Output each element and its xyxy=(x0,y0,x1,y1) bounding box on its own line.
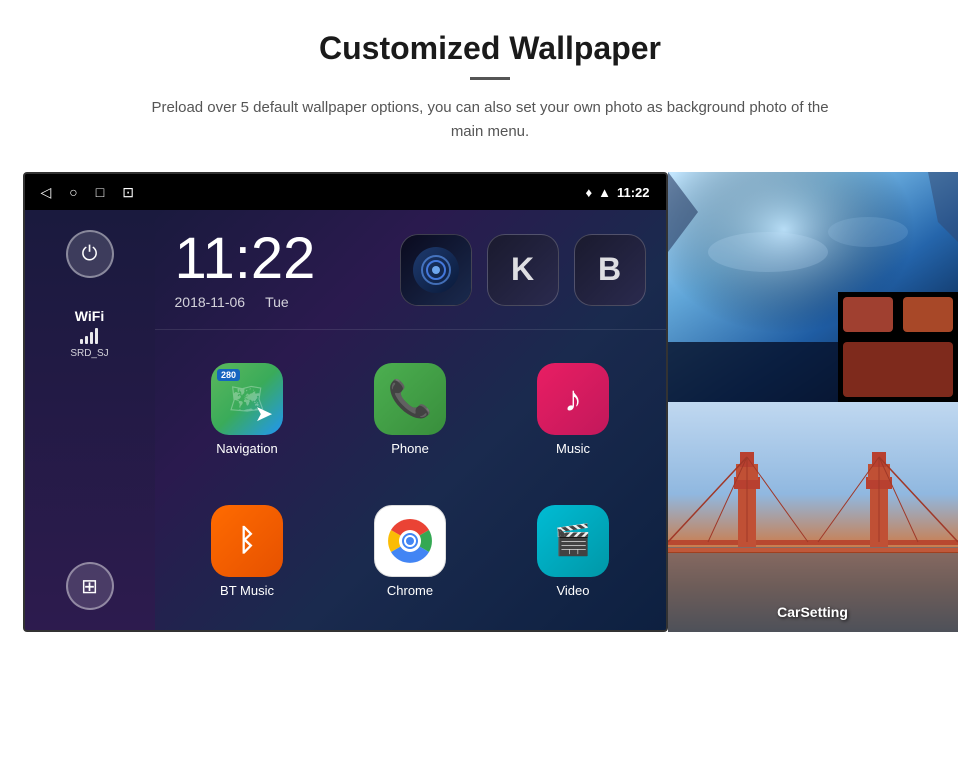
video-icon: 🎬 xyxy=(537,505,609,577)
wifi-label: WiFi xyxy=(75,308,104,324)
b-app-letter: B xyxy=(598,251,621,288)
signal-bar-1 xyxy=(80,339,83,344)
nav-badge: 280 xyxy=(217,369,240,381)
nav-map-bg: 🗺 xyxy=(229,382,265,415)
btmusic-label: BT Music xyxy=(220,583,274,598)
radio-app-icon[interactable] xyxy=(400,234,472,306)
status-time: 11:22 xyxy=(617,185,650,200)
apps-grid-button[interactable]: ⊞ xyxy=(66,562,114,610)
wallpaper-partial-inner xyxy=(838,292,958,402)
top-apps: K B xyxy=(400,234,646,306)
music-label: Music xyxy=(556,441,590,456)
app-item-btmusic[interactable]: ᛒ BT Music xyxy=(170,484,325,618)
power-button[interactable]: ⏻ xyxy=(66,230,114,278)
partial-svg xyxy=(838,292,958,402)
date-left: 2018-11-06 xyxy=(175,294,246,310)
wallpaper-partial-top xyxy=(838,292,958,402)
page-title: Customized Wallpaper xyxy=(319,30,661,67)
phone-icon: 📞 xyxy=(374,363,446,435)
sidebar: ⏻ WiFi SRD_SJ ⊞ xyxy=(25,210,155,630)
k-app-letter: K xyxy=(511,251,534,288)
phone-symbol: 📞 xyxy=(388,378,433,420)
time-display: 11:22 xyxy=(175,230,316,288)
video-symbol: 🎬 xyxy=(554,523,591,558)
signal-bar-4 xyxy=(95,328,98,344)
time-section: 11:22 2018-11-06 Tue xyxy=(155,210,666,330)
bt-symbol: ᛒ xyxy=(238,524,256,558)
date-right: Tue xyxy=(265,294,289,310)
screenshot-icon[interactable]: ⊡ xyxy=(122,184,134,201)
k-app-icon[interactable]: K xyxy=(487,234,559,306)
wifi-ssid: SRD_SJ xyxy=(70,348,108,359)
screen-main: 11:22 2018-11-06 Tue xyxy=(155,210,666,630)
wallpaper-bridge[interactable]: CarSetting xyxy=(668,402,958,632)
status-bar: ◁ ○ □ ⊡ ♦ ▲ 11:22 xyxy=(25,174,666,210)
title-divider xyxy=(470,77,510,80)
home-icon[interactable]: ○ xyxy=(69,184,77,200)
wifi-widget: WiFi SRD_SJ xyxy=(70,308,108,359)
location-icon: ♦ xyxy=(585,185,592,200)
wallpaper-ice[interactable] xyxy=(668,172,958,402)
carsetting-label: CarSetting xyxy=(777,604,848,620)
wifi-signal xyxy=(80,328,98,344)
bridge-scene-bg xyxy=(668,402,958,632)
app-item-video[interactable]: 🎬 Video xyxy=(496,484,651,618)
b-app-icon[interactable]: B xyxy=(574,234,646,306)
signal-icon: ▲ xyxy=(598,185,611,200)
power-icon: ⏻ xyxy=(82,243,98,266)
music-icon: ♪ xyxy=(537,363,609,435)
bridge-svg xyxy=(668,402,958,632)
chrome-label: Chrome xyxy=(387,583,433,598)
status-left: ◁ ○ □ ⊡ xyxy=(41,184,134,201)
page-description: Preload over 5 default wallpaper options… xyxy=(150,96,830,144)
phone-label: Phone xyxy=(391,441,429,456)
nav-label: Navigation xyxy=(216,441,277,456)
recents-icon[interactable]: □ xyxy=(96,184,104,200)
app-item-navigation[interactable]: 280 ➤ 🗺 Navigation xyxy=(170,342,325,476)
apps-grid-icon: ⊞ xyxy=(81,574,98,599)
screen-body: ⏻ WiFi SRD_SJ ⊞ xyxy=(25,210,666,630)
status-right: ♦ ▲ 11:22 xyxy=(585,185,649,200)
time-date: 11:22 2018-11-06 Tue xyxy=(175,230,316,310)
page-container: Customized Wallpaper Preload over 5 defa… xyxy=(0,0,980,758)
date-display: 2018-11-06 Tue xyxy=(175,294,316,310)
app-item-phone[interactable]: 📞 Phone xyxy=(333,342,488,476)
chrome-svg xyxy=(382,513,438,569)
app-item-chrome[interactable]: Chrome xyxy=(333,484,488,618)
content-area: ◁ ○ □ ⊡ ♦ ▲ 11:22 ⏻ xyxy=(60,172,920,632)
back-icon[interactable]: ◁ xyxy=(41,184,52,201)
bt-icon: ᛒ xyxy=(211,505,283,577)
video-label: Video xyxy=(556,583,589,598)
app-grid: 280 ➤ 🗺 Navigation 📞 xyxy=(155,330,666,630)
app-item-music[interactable]: ♪ Music xyxy=(496,342,651,476)
signal-bar-3 xyxy=(90,332,93,344)
music-symbol: ♪ xyxy=(564,378,582,420)
device-screen: ◁ ○ □ ⊡ ♦ ▲ 11:22 ⏻ xyxy=(23,172,668,632)
wallpaper-previews: CarSetting xyxy=(668,172,958,632)
chrome-icon xyxy=(374,505,446,577)
signal-bar-2 xyxy=(85,336,88,344)
